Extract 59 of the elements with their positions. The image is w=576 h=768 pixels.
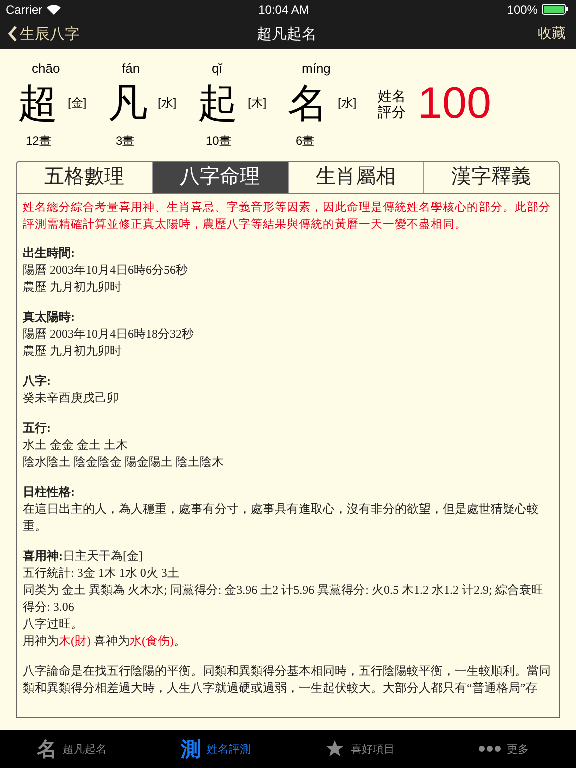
name-character: 超 — [18, 80, 58, 127]
battery-icon — [542, 4, 570, 16]
back-button[interactable]: 生辰八字 — [8, 24, 80, 44]
score-value: 100 — [418, 80, 492, 127]
body-text: 癸未辛酉庚戌己卯 — [23, 390, 119, 405]
nav-title: 超凡起名 — [257, 24, 317, 44]
body-text: 農歷 九月初九卯时 — [23, 280, 122, 294]
favorite-button[interactable]: 收藏 — [538, 25, 566, 44]
body-text: 同类为 金土 異類為 火木水; 同黨得分: 金3.96 土2 计5.96 異黨得分: 火0.5 木1.2 水1.2 计2.9; 綜合衰旺得分: 3.06 — [23, 582, 544, 614]
section-heading: 出生時間: — [23, 244, 76, 262]
glyph-icon: 測 — [181, 736, 201, 763]
body-text: 水土 金金 金土 土木 — [23, 438, 128, 452]
body-text: 八字論命是在找五行陰陽的平衡。同類和異類得分基本相同時，五行陰陽較平衡，一生較順利。當同類和異類得分相差過大時，人生八字就過硬或過弱，一生起伏較大。大部分人都只有“普通格局”存 — [23, 664, 551, 695]
stroke-count: 3畫 — [116, 134, 135, 148]
tab-bar-item[interactable]: 測 姓名評測 — [144, 730, 288, 768]
section-heading: 真太陽時: — [23, 308, 76, 326]
back-chevron-icon — [8, 26, 18, 42]
section-heading: 日柱性格: — [23, 484, 76, 501]
star-icon — [325, 739, 345, 760]
score-label: 姓名 評分 — [378, 88, 406, 120]
section-heading: 五行: — [23, 420, 52, 437]
pinyin-label: chāo — [32, 60, 60, 76]
segment-tab[interactable]: 五格數理 — [17, 162, 152, 193]
tab-bar-item[interactable]: 更多 — [432, 730, 576, 768]
segment-tab[interactable]: 生肖屬相 — [288, 162, 424, 193]
body-text: 八字过旺。 — [23, 616, 83, 631]
body-text: 用神为木(財) 喜神为水(食伤)。 — [23, 632, 187, 650]
body-text: 陽曆 2003年10月4日6時6分56秒 — [23, 262, 188, 277]
stroke-count: 12畫 — [26, 134, 52, 148]
segment-tab[interactable]: 漢字釋義 — [423, 162, 559, 193]
element-label: [金] — [68, 95, 87, 112]
stroke-count: 6畫 — [296, 134, 315, 148]
notice-text: 姓名總分綜合考量喜用神、生肖喜忌、字義音形等因素，因此命理是傳統姓名學核心的部分。此部分評測需精確計算並修正真太陽時，農歷八字等結果與傳統的黃曆一天一變不盡相同。 — [23, 198, 552, 233]
section-heading: 八字: — [23, 372, 52, 390]
pinyin-label: míng — [302, 60, 331, 76]
pinyin-label: qǐ — [212, 60, 222, 76]
element-label: [木] — [248, 95, 267, 112]
tab-bar-item[interactable]: 名 超凡起名 — [0, 730, 144, 768]
glyph-icon: 名 — [37, 736, 57, 763]
more-icon — [479, 746, 501, 752]
battery-percent: 100% — [507, 2, 538, 17]
carrier-label: Carrier — [6, 2, 43, 17]
stroke-count: 10畫 — [206, 134, 232, 148]
segment-tab[interactable]: 八字命理 — [152, 162, 288, 193]
element-label: [水] — [158, 95, 177, 112]
name-character: 起 — [198, 80, 238, 127]
element-label: [水] — [338, 95, 357, 112]
body-text: 在這日出主的人，為人穩重，處事有分寸，處事具有進取心，沒有非分的欲望，但是處世猜疑心較重。 — [23, 502, 539, 533]
body-text: 農歷 九月初九卯时 — [23, 344, 122, 358]
clock: 10:04 AM — [258, 2, 310, 17]
body-text: 喜用神:日主天干為[金] — [23, 548, 143, 563]
body-text: 陰水陰土 陰金陰金 陽金陽土 陰土陰木 — [23, 454, 224, 469]
body-text: 五行統計: 3金 1木 1水 0火 3土 — [23, 566, 180, 580]
name-character: 凡 — [108, 80, 148, 127]
name-character: 名 — [288, 80, 328, 127]
body-text: 陽曆 2003年10月4日6時18分32秒 — [23, 326, 194, 341]
wifi-icon — [46, 4, 61, 15]
tab-bar-item[interactable]: 喜好項目 — [288, 730, 432, 768]
pinyin-label: fán — [122, 60, 140, 76]
